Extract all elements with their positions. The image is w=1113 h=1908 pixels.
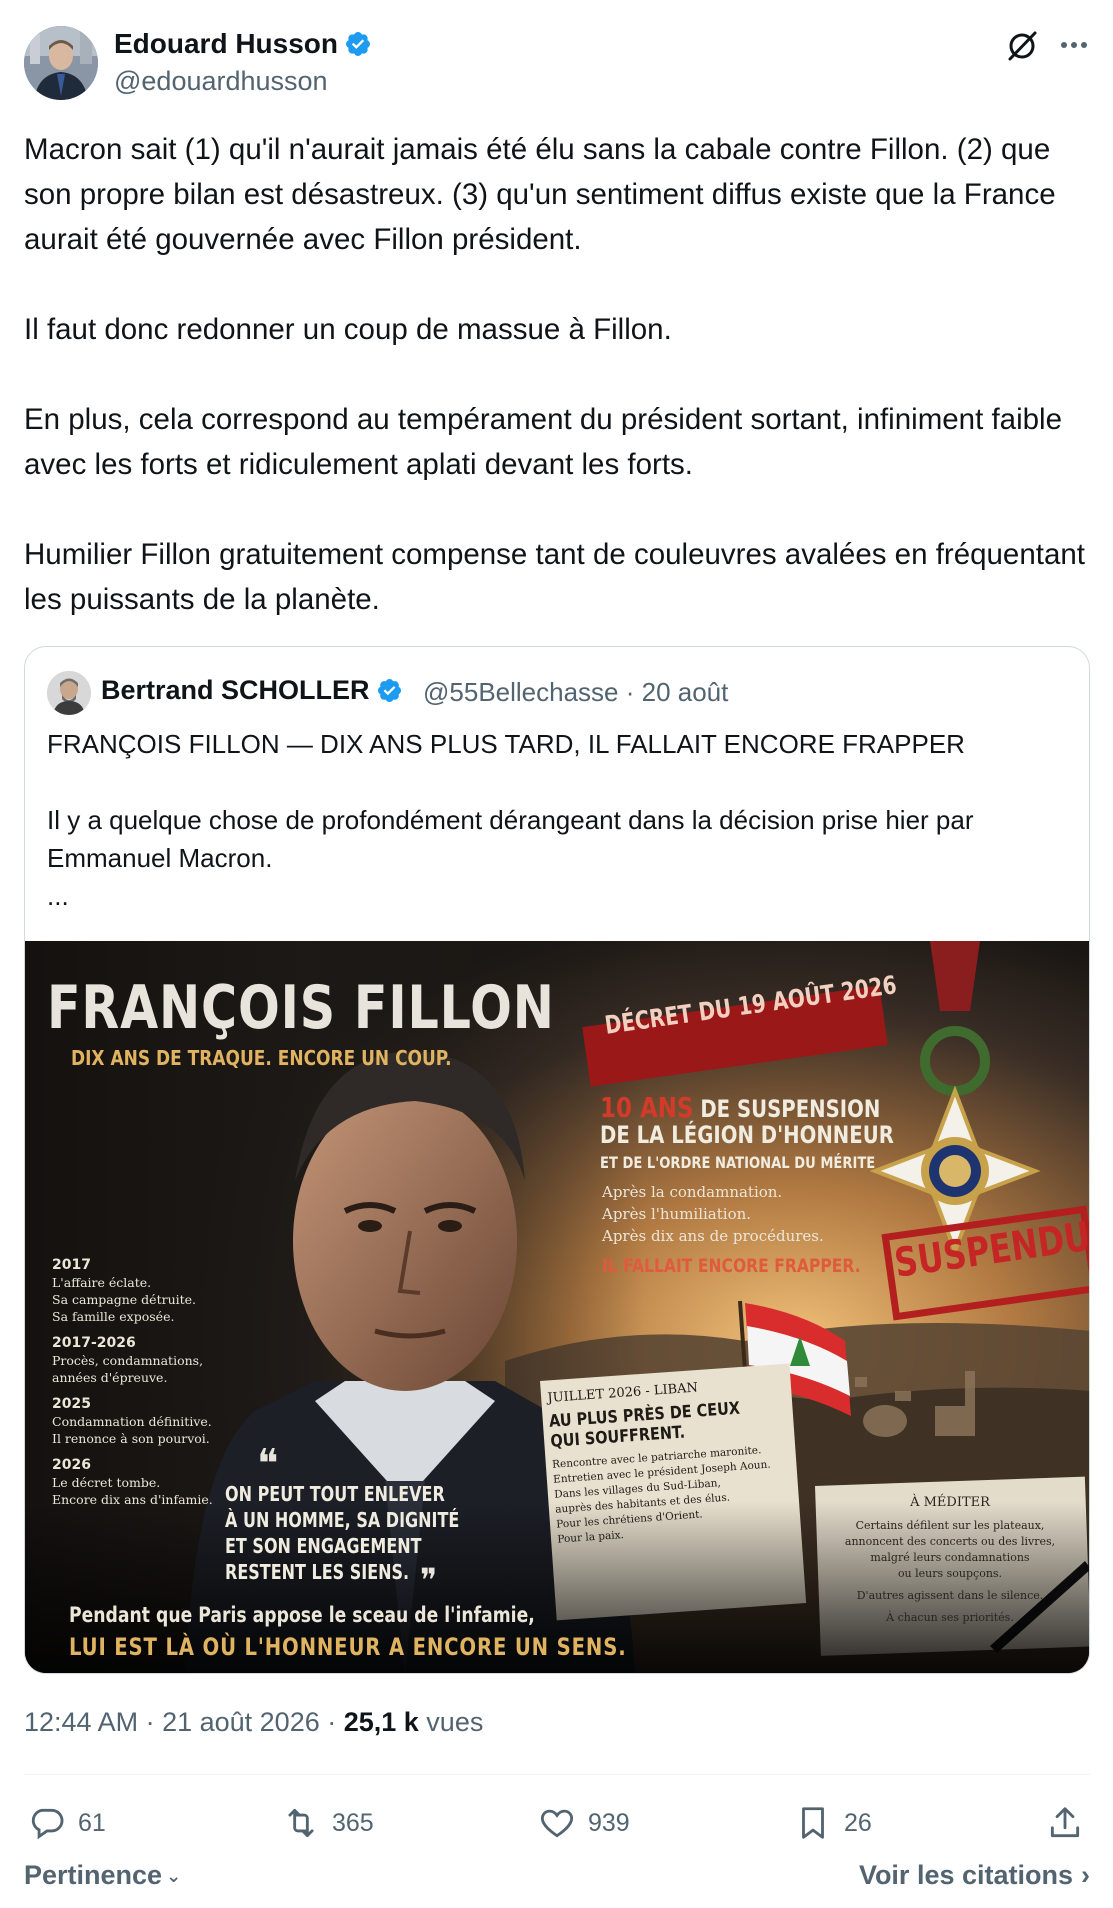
- view-quotes-label: Voir les citations: [858, 1860, 1073, 1890]
- author-handle[interactable]: @edouardhusson: [114, 66, 328, 97]
- verified-badge-icon: [377, 678, 401, 703]
- share-icon: [1050, 1807, 1080, 1838]
- poster-quote-mark-close-icon: ❞: [420, 1561, 438, 1599]
- quoted-ellipsis: ...: [47, 881, 69, 911]
- tweet-timestamp[interactable]: 12:44 AM · 21 août 2026 ·: [24, 1707, 344, 1737]
- poster-after-line: Après l'humiliation.: [602, 1205, 752, 1223]
- like-button[interactable]: 939: [538, 1800, 630, 1846]
- poster-mediter-card: À MÉDITER Certains défilent sur les plat…: [825, 1495, 1075, 1626]
- poster-mediter-line: À chacun ses priorités.: [886, 1611, 1014, 1624]
- chevron-down-icon: ⌄: [166, 1866, 182, 1886]
- timeline-year: 2017-2026: [52, 1335, 136, 1351]
- quoted-paragraph: Il y a quelque chose de profondément dér…: [47, 805, 974, 873]
- tweet-text: Macron sait (1) qu'il n'aurait jamais ét…: [24, 127, 1094, 622]
- divider: [24, 1774, 1090, 1775]
- more-options-icon[interactable]: [1056, 30, 1092, 60]
- author-name[interactable]: Edouard Husson: [114, 28, 372, 60]
- poster-mediter-line: annoncent des concerts ou des livres,: [844, 1535, 1056, 1548]
- replies-footer: Pertinence ⌄ Voir les citations ›: [24, 1860, 1090, 1900]
- tweet-paragraph: Macron sait (1) qu'il n'aurait jamais ét…: [24, 133, 1056, 256]
- timeline-line: années d'épreuve.: [52, 1370, 168, 1385]
- quoted-tweet-text: FRANÇOIS FILLON — DIX ANS PLUS TARD, IL …: [47, 725, 1067, 915]
- reply-icon: [31, 1808, 64, 1840]
- poster-mediter-line: Certains défilent sur les plateaux,: [855, 1519, 1045, 1532]
- views-label: vues: [418, 1707, 484, 1737]
- bookmark-icon: [802, 1807, 824, 1839]
- bookmark-button[interactable]: 26: [794, 1800, 872, 1846]
- poster-subtitle: DIX ANS DE TRAQUE. ENCORE UN COUP.: [71, 1046, 452, 1070]
- view-quotes-link[interactable]: Voir les citations ›: [859, 1860, 1090, 1891]
- poster-suspension-line3: ET DE L'ORDRE NATIONAL DU MÉRITE: [600, 1153, 876, 1172]
- tweet-paragraph: Il faut donc redonner un coup de massue …: [24, 313, 672, 346]
- grok-icon[interactable]: [1004, 28, 1040, 64]
- timeline-year: 2025: [52, 1396, 91, 1412]
- poster-bottom-line1: Pendant que Paris appose le sceau de l'i…: [69, 1603, 535, 1627]
- timeline-year: 2017: [52, 1257, 91, 1273]
- verified-badge-icon: [346, 32, 370, 56]
- poster-suspension-line1: DE SUSPENSION: [700, 1095, 881, 1123]
- timeline-line: Procès, condamnations,: [52, 1353, 204, 1368]
- timeline-line: Il renonce à son pourvoi.: [52, 1431, 210, 1446]
- poster-suspension-years: 10 ANS: [600, 1091, 694, 1124]
- poster-mediter-line: malgré leurs condamnations: [870, 1551, 1030, 1564]
- poster-timeline: 2017 L'affaire éclate. Sa campagne détru…: [52, 1257, 222, 1508]
- poster-quote-line: ON PEUT TOUT ENLEVER: [225, 1482, 445, 1506]
- timeline-line: Condamnation définitive.: [52, 1414, 212, 1429]
- poster-after-line: Après la condamnation.: [602, 1183, 783, 1201]
- retweet-count: 365: [332, 1808, 374, 1837]
- quoted-author-name[interactable]: Bertrand SCHOLLER: [101, 675, 403, 706]
- poster-mediter-title: À MÉDITER: [910, 1495, 990, 1510]
- poster-liban-card: JUILLET 2026 - LIBAN AU PLUS PRÈS DE CEU…: [547, 1374, 797, 1547]
- poster-mediter-line: D'autres agissent dans le silence.: [856, 1589, 1044, 1602]
- poster-quote-line: ET SON ENGAGEMENT: [225, 1534, 422, 1558]
- quoted-headline: FRANÇOIS FILLON — DIX ANS PLUS TARD, IL …: [47, 729, 965, 759]
- poster-mediter-line: ou leurs soupçons.: [897, 1567, 1003, 1580]
- timeline-line: L'affaire éclate.: [52, 1275, 152, 1290]
- timeline-line: Sa campagne détruite.: [52, 1292, 197, 1307]
- quoted-author-handle-date[interactable]: @55Bellechasse · 20 août: [423, 677, 728, 708]
- author-name-text: Edouard Husson: [114, 28, 339, 59]
- poster-after-line: Après dix ans de procédures.: [602, 1227, 824, 1245]
- retweet-button[interactable]: 365: [282, 1800, 374, 1846]
- sort-label: Pertinence: [24, 1860, 163, 1890]
- timeline-line: Encore dix ans d'infamie.: [52, 1492, 213, 1507]
- bookmark-count: 26: [844, 1808, 872, 1837]
- timeline-line: Le décret tombe.: [52, 1475, 161, 1490]
- tweet: Edouard Husson @edouardhusson Macron sai…: [0, 0, 1113, 1908]
- chevron-right-icon: ›: [1081, 1860, 1090, 1890]
- action-bar: 61 365 939 26: [24, 1800, 1090, 1846]
- views-count: 25,1 k: [343, 1707, 419, 1737]
- author-avatar[interactable]: [24, 26, 98, 100]
- poster-quote-line: À UN HOMME, SA DIGNITÉ: [225, 1508, 460, 1532]
- tweet-meta: 12:44 AM · 21 août 2026 · 25,1 k vues: [24, 1707, 483, 1738]
- like-count: 939: [588, 1808, 630, 1837]
- timeline-year: 2026: [52, 1457, 91, 1473]
- quoted-author-avatar[interactable]: [47, 671, 91, 715]
- reply-count: 61: [78, 1808, 106, 1837]
- heart-icon: [540, 1809, 574, 1838]
- quoted-author-name-text: Bertrand SCHOLLER: [101, 675, 370, 705]
- quoted-tweet-card[interactable]: Bertrand SCHOLLER @55Bellechasse · 20 ao…: [24, 646, 1090, 1674]
- poster-bottom-line2: LUI EST LÀ OÙ L'HONNEUR A ENCORE UN SENS…: [69, 1633, 627, 1661]
- sort-dropdown[interactable]: Pertinence ⌄: [24, 1860, 181, 1891]
- poster-title: FRANÇOIS FILLON: [47, 973, 555, 1043]
- share-button[interactable]: [1046, 1800, 1096, 1846]
- quoted-media-image[interactable]: FRANÇOIS FILLON DIX ANS DE TRAQUE. ENCOR…: [25, 941, 1089, 1673]
- poster-suspension-line2: DE LA LÉGION D'HONNEUR: [600, 1121, 894, 1149]
- reply-button[interactable]: 61: [28, 1800, 106, 1846]
- poster-suspension-heading: 10 ANS DE SUSPENSION: [600, 1091, 880, 1124]
- poster-after-lines: Après la condamnation. Après l'humiliati…: [602, 1181, 824, 1247]
- retweet-icon: [288, 1808, 314, 1838]
- timeline-line: Sa famille exposée.: [52, 1309, 175, 1324]
- tweet-paragraph: En plus, cela correspond au tempérament …: [24, 403, 1063, 481]
- tweet-paragraph: Humilier Fillon gratuitement compense ta…: [24, 538, 1085, 616]
- poster-strike: IL FALLAIT ENCORE FRAPPER.: [602, 1255, 861, 1277]
